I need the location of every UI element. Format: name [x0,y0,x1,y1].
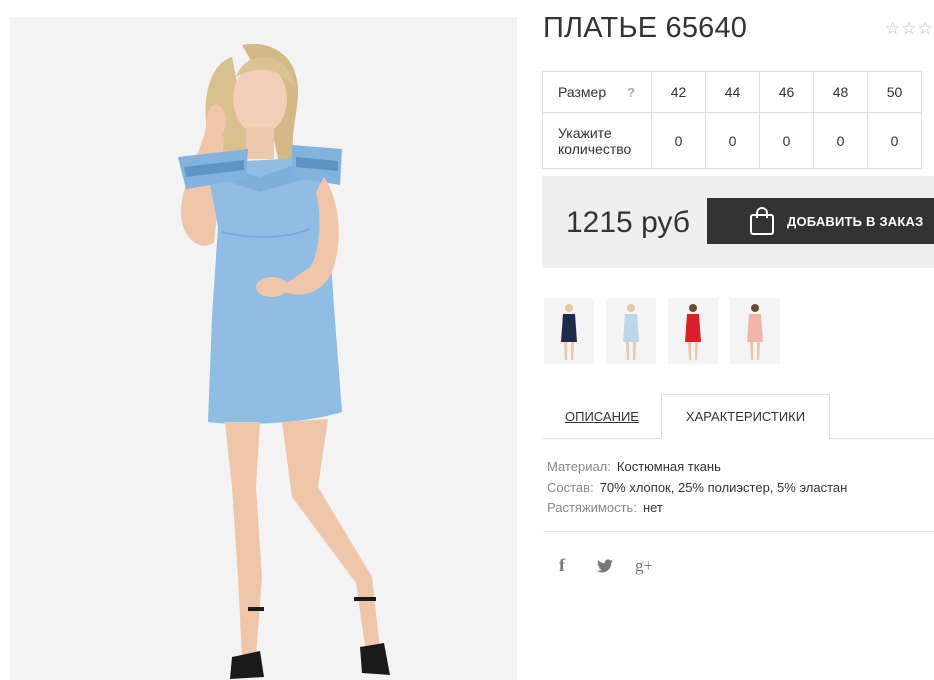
variant-image [544,298,594,364]
size-cell: 44 [705,71,760,113]
size-label-cell: Размер ? [542,71,652,113]
spec-row-material: Материал: Костюмная ткань [547,457,847,478]
quantity-input[interactable]: 0 [759,112,814,169]
add-to-order-button[interactable]: ДОБАВИТЬ В ЗАКАЗ [707,198,934,244]
variant-thumbnail-light-blue[interactable] [606,298,656,364]
variant-image [606,298,656,364]
quantity-label: Укажите количество [558,124,632,157]
size-cell: 50 [867,71,922,113]
price: 1215 руб [566,206,690,239]
size-cell: 42 [651,71,706,113]
add-to-order-label: ДОБАВИТЬ В ЗАКАЗ [787,213,924,229]
size-cell: 46 [759,71,814,113]
spec-value: нет [642,500,663,515]
spec-value: Костюмная ткань [616,459,721,474]
size-label: Размер [558,84,607,100]
dress-model-illustration [10,17,517,680]
spec-key: Материал: [547,459,611,474]
spec-row-composition: Состав: 70% хлопок, 25% полиэстер, 5% эла… [547,478,847,499]
size-help-icon[interactable]: ? [627,85,635,100]
variant-image [730,298,780,364]
quantity-input[interactable]: 0 [867,112,922,169]
divider [543,531,934,532]
twitter-icon[interactable] [597,558,613,573]
quantity-input[interactable]: 0 [651,112,706,169]
facebook-icon[interactable]: f [559,555,573,576]
variant-image [668,298,718,364]
product-title: ПЛАТЬЕ 65640 [543,12,748,44]
quantity-row: Укажите количество 0 0 0 0 0 [542,112,922,169]
main-product-image[interactable] [10,17,517,680]
variant-thumbnail-red[interactable] [668,298,718,364]
color-variant-thumbnails [544,298,792,364]
rating-stars-icon[interactable]: ☆☆☆ [885,19,934,39]
quantity-label-cell: Укажите количество [542,112,652,169]
size-row: Размер ? 42 44 46 48 50 [542,71,922,113]
variant-thumbnail-pink[interactable] [730,298,780,364]
product-info-tabs: ОПИСАНИЕ ХАРАКТЕРИСТИКИ [543,394,934,439]
spec-key: Растяжимость: [547,500,637,515]
quantity-input[interactable]: 0 [705,112,760,169]
spec-key: Состав: [547,479,594,495]
tab-characteristics[interactable]: ХАРАКТЕРИСТИКИ [661,394,830,439]
spec-value: 70% хлопок, 25% полиэстер, 5% эластан [599,479,848,495]
quantity-input[interactable]: 0 [813,112,868,169]
google-plus-icon[interactable]: g+ [635,556,653,576]
variant-thumbnail-navy[interactable] [544,298,594,364]
purchase-box: 1215 руб ДОБАВИТЬ В ЗАКАЗ [542,176,934,268]
characteristics-list: Материал: Костюмная ткань Состав: 70% хлоп… [547,457,847,519]
social-share: f g+ [559,555,653,576]
size-quantity-table: Размер ? 42 44 46 48 50 Укажите количест… [542,71,922,169]
tab-description[interactable]: ОПИСАНИЕ [543,394,661,439]
shopping-bag-icon [750,207,774,235]
size-cell: 48 [813,71,868,113]
spec-row-stretch: Растяжимость: нет [547,498,847,519]
